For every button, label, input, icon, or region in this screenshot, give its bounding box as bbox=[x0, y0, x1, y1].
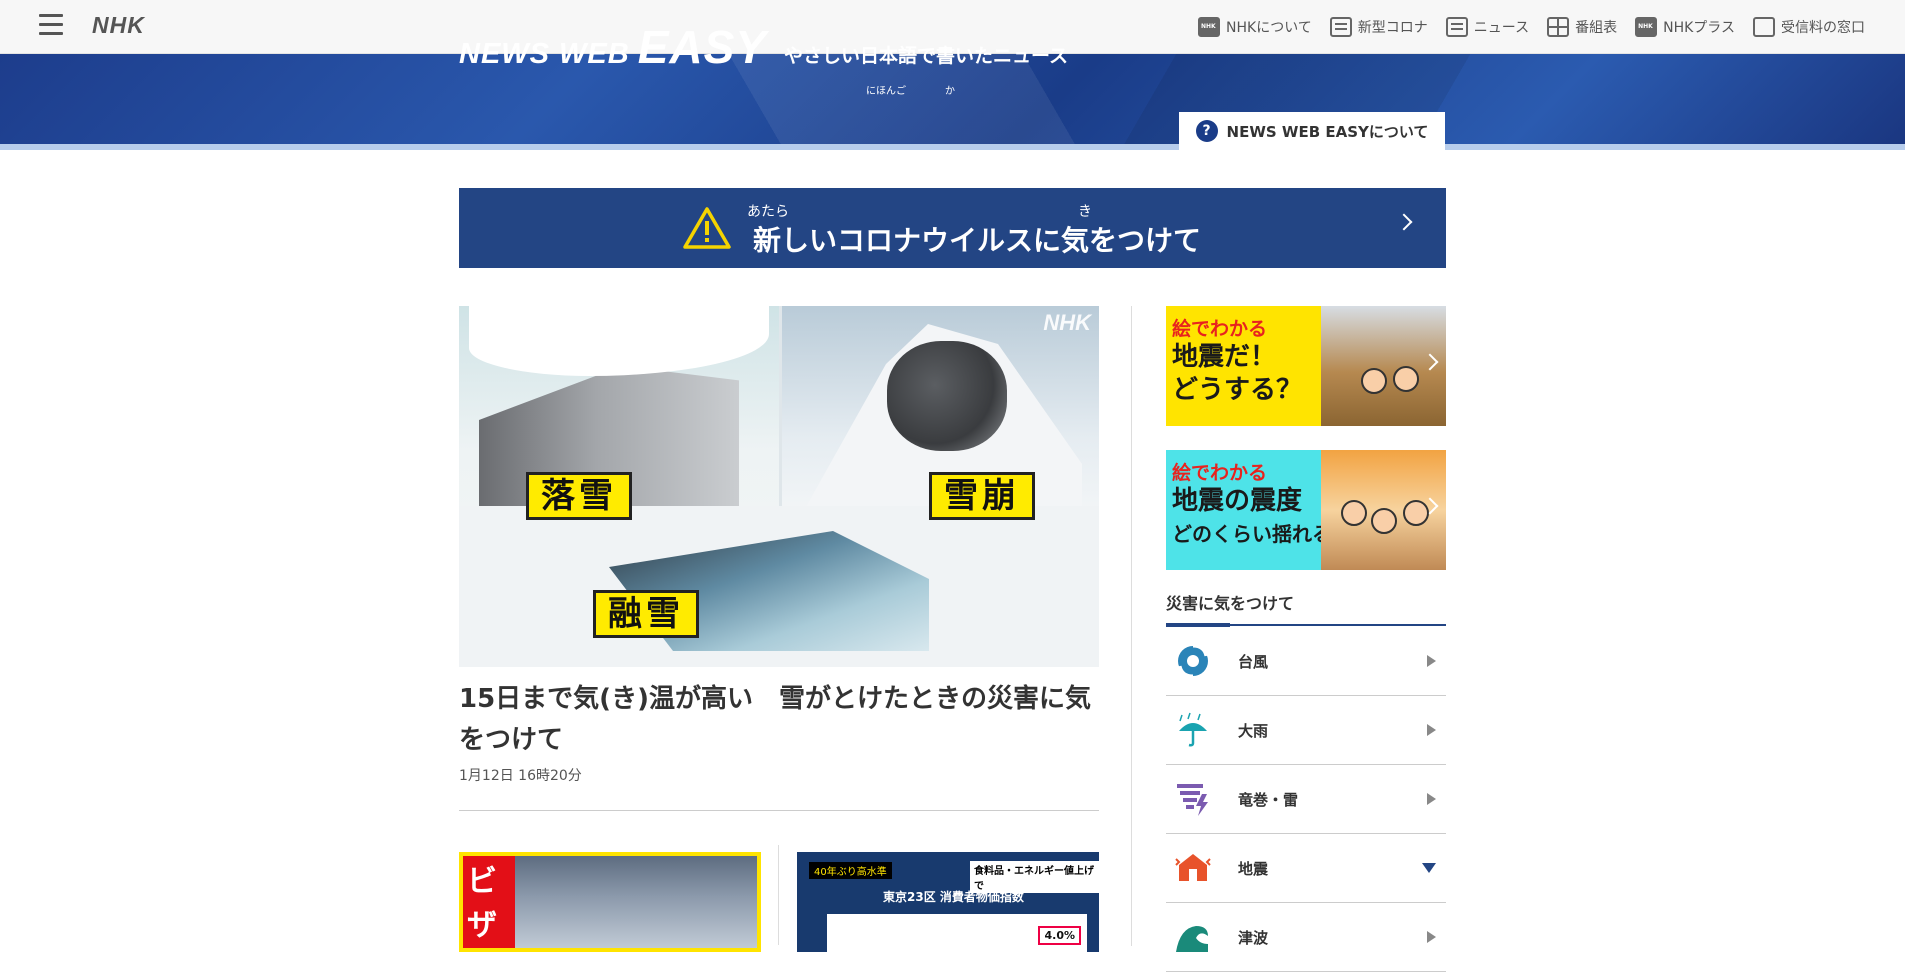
site-tagline: やさしい日本語で書いたニュース bbox=[784, 45, 1069, 67]
thumbnail-caption: 40年ぶり高水準 bbox=[809, 862, 892, 879]
disaster-label: 大雨 bbox=[1238, 721, 1269, 740]
play-arrow-icon bbox=[1427, 931, 1436, 943]
play-arrow-icon bbox=[1427, 793, 1436, 805]
nav-label: NHKについて bbox=[1226, 20, 1312, 36]
disaster-label: 竜巻・雷 bbox=[1238, 790, 1299, 809]
nhk-logo[interactable]: NHK bbox=[92, 12, 145, 39]
nhk-icon bbox=[1198, 17, 1221, 37]
program-guide-icon bbox=[1547, 17, 1570, 37]
label-nadare: 雪崩 bbox=[929, 472, 1035, 520]
nav-label: 番組表 bbox=[1575, 20, 1618, 36]
tsunami-icon bbox=[1172, 916, 1214, 958]
banner-strip bbox=[0, 144, 1905, 150]
column-divider bbox=[1131, 306, 1132, 946]
article-thumbnail[interactable]: ビザ bbox=[459, 852, 761, 952]
nav-about-nhk[interactable]: NHKについて bbox=[1198, 17, 1312, 37]
alert-text: 新しいコロナウイルスに気をつけて bbox=[753, 224, 1202, 257]
snow-roof-shape bbox=[469, 306, 769, 376]
disaster-list: 台風 大雨 竜巻・雷 地震 津波 bbox=[1166, 627, 1446, 972]
divider bbox=[459, 810, 1099, 811]
disaster-item-tsunami[interactable]: 津波 bbox=[1166, 903, 1446, 972]
help-icon: ? bbox=[1195, 120, 1218, 142]
chevron-right-icon bbox=[1395, 213, 1413, 231]
disaster-label: 津波 bbox=[1238, 928, 1269, 947]
tornado-icon bbox=[1172, 778, 1214, 820]
nhk-plus-icon bbox=[1635, 17, 1658, 37]
promo-big-label: どうする？ bbox=[1172, 375, 1303, 405]
corona-icon bbox=[1329, 17, 1352, 37]
main-article-title[interactable]: 15日まで気(き)温が高い 雪がとけたときの災害に気をつけて bbox=[459, 679, 1099, 761]
thumbnail-photo bbox=[515, 856, 757, 948]
disaster-label: 台風 bbox=[1238, 652, 1269, 671]
logo-news-web: NEWS WEB bbox=[459, 38, 630, 70]
news-icon bbox=[1445, 17, 1468, 37]
nav-label: 新型コロナ bbox=[1357, 20, 1428, 36]
main-article-date: 1月12日 16時20分 bbox=[459, 768, 582, 784]
promo-big-label: 地震だ！ bbox=[1172, 342, 1277, 372]
thumbnail-value: 4.0% bbox=[1038, 926, 1081, 945]
typhoon-icon bbox=[1172, 640, 1214, 682]
disaster-item-typhoon[interactable]: 台風 bbox=[1166, 627, 1446, 696]
site-banner bbox=[0, 54, 1905, 150]
avalanche-shape bbox=[887, 341, 1007, 451]
article-thumbnail[interactable]: 40年ぶり高水準 食料品・エネルギー値上げで 東京23区 消費者物価指数 4.0… bbox=[797, 852, 1099, 952]
expand-arrow-icon bbox=[1422, 863, 1436, 873]
about-news-web-easy-tab[interactable]: ? NEWS WEB EASYについて bbox=[1179, 112, 1445, 150]
nav-news[interactable]: ニュース bbox=[1445, 17, 1530, 37]
earthquake-what-to-do-promo[interactable]: 絵でわかる 地震だ！ どうする？ bbox=[1166, 306, 1446, 426]
nav-label: NHKプラス bbox=[1663, 20, 1735, 36]
disaster-item-heavy-rain[interactable]: 大雨 bbox=[1166, 696, 1446, 765]
corona-alert-banner[interactable]: あたら き 新しいコロナウイルスに気をつけて bbox=[459, 188, 1446, 268]
column-divider bbox=[778, 845, 779, 945]
menu-icon[interactable] bbox=[39, 14, 63, 36]
top-nav: NHKについて 新型コロナ ニュース 番組表 NHKプラス 受信料の窓口 bbox=[1198, 0, 1865, 54]
ruby-ka: か bbox=[945, 86, 955, 97]
thumbnail-title: 東京23区 消費者物価指数 bbox=[883, 890, 1024, 904]
news-web-easy-logo[interactable]: NEWS WEB EASY bbox=[459, 20, 767, 74]
disaster-section-title: 災害に気をつけて bbox=[1166, 594, 1295, 613]
warning-icon bbox=[683, 207, 731, 249]
child-face bbox=[1361, 368, 1387, 394]
image-watermark: NHK bbox=[1043, 310, 1091, 335]
nav-label: ニュース bbox=[1473, 20, 1530, 36]
child-face bbox=[1371, 508, 1397, 534]
heavy-rain-icon bbox=[1172, 709, 1214, 751]
logo-easy: EASY bbox=[637, 21, 767, 73]
nav-label: 受信料の窓口 bbox=[1781, 20, 1865, 36]
thumbnail-caption: ビザ bbox=[463, 856, 515, 948]
play-arrow-icon bbox=[1427, 724, 1436, 736]
nav-program-guide[interactable]: 番組表 bbox=[1547, 17, 1617, 37]
nav-nhk-plus[interactable]: NHKプラス bbox=[1635, 17, 1735, 37]
nav-fee-window[interactable]: 受信料の窓口 bbox=[1753, 17, 1865, 37]
earthquake-icon bbox=[1172, 847, 1214, 889]
fee-window-icon bbox=[1753, 17, 1775, 37]
child-face bbox=[1393, 366, 1419, 392]
disaster-label: 地震 bbox=[1238, 859, 1269, 878]
play-arrow-icon bbox=[1427, 655, 1436, 667]
main-article-image[interactable]: 落雪 雪崩 融雪 NHK bbox=[459, 306, 1099, 667]
label-rakusetsu: 落雪 bbox=[526, 472, 632, 520]
promo-text: 絵でわかる 地震だ！ どうする？ bbox=[1172, 314, 1302, 407]
ruby-ki: き bbox=[1078, 204, 1092, 220]
nav-corona[interactable]: 新型コロナ bbox=[1329, 17, 1428, 37]
disaster-item-tornado-thunder[interactable]: 竜巻・雷 bbox=[1166, 765, 1446, 834]
person-face bbox=[1341, 500, 1367, 526]
label-yusetsu: 融雪 bbox=[593, 590, 699, 638]
disaster-item-earthquake[interactable]: 地震 bbox=[1166, 834, 1446, 903]
ruby-atara: あたら bbox=[747, 204, 789, 220]
ruby-nihongo: にほんご bbox=[866, 86, 906, 97]
about-label: NEWS WEB EASYについて bbox=[1226, 122, 1429, 141]
promo-small-label: 絵でわかる bbox=[1172, 318, 1268, 340]
earthquake-intensity-promo[interactable]: 絵でわかる 地震の震度 どのくらい揺れる？ bbox=[1166, 450, 1446, 570]
